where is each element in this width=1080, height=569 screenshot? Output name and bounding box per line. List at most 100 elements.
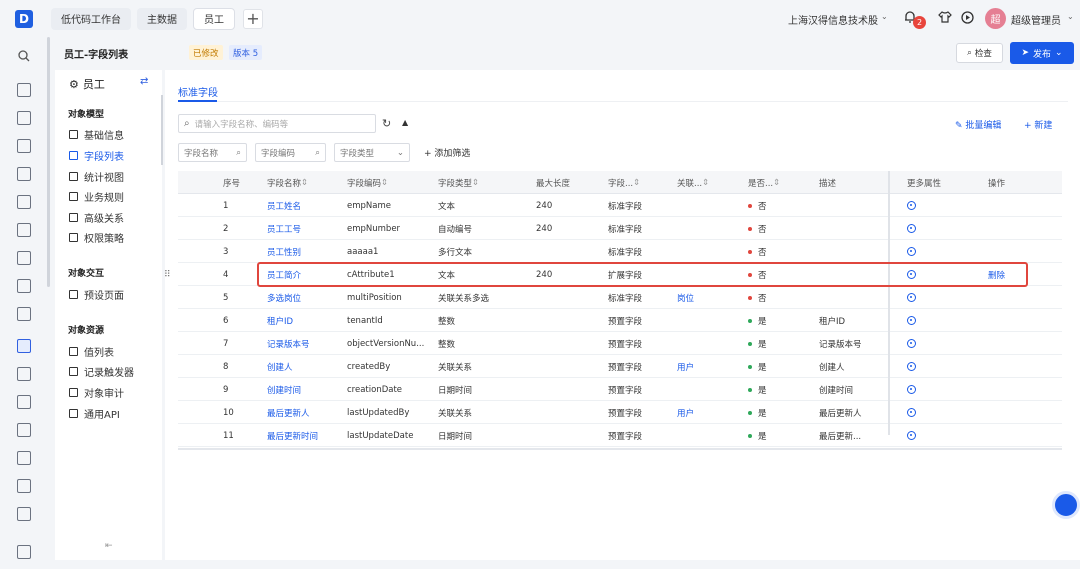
cell-name[interactable]: 员工姓名 bbox=[267, 194, 347, 217]
cell-name[interactable]: 租户ID bbox=[267, 309, 347, 332]
cell-op[interactable] bbox=[988, 401, 1028, 424]
table-row[interactable]: 7 记录版本号 objectVersionNu... 整数 预置字段 是 记录版本号 bbox=[178, 332, 1062, 355]
avatar[interactable]: 超 bbox=[985, 8, 1006, 29]
rail-app-icon[interactable] bbox=[17, 139, 31, 153]
column-header-relation[interactable]: 关联... ⇕ bbox=[677, 171, 752, 194]
cell-more[interactable] bbox=[907, 401, 947, 424]
play-icon[interactable] bbox=[961, 11, 974, 24]
nav-item-stat-view[interactable]: 统计视图 bbox=[69, 167, 162, 185]
table-row[interactable]: 1 员工姓名 empName 文本 240 标准字段 否 bbox=[178, 194, 1062, 217]
cell-rel[interactable] bbox=[677, 309, 732, 332]
cell-text[interactable]: 用户 bbox=[677, 407, 694, 419]
filter-field-name[interactable]: 字段名称 ⌕ bbox=[178, 143, 247, 162]
search-input[interactable]: ⌕ 请输入字段名称、编码等 bbox=[178, 114, 376, 133]
collapse-icon[interactable]: ⇤ bbox=[105, 541, 113, 551]
cell-more[interactable] bbox=[907, 332, 947, 355]
cell-rel[interactable] bbox=[677, 332, 732, 355]
cell-text[interactable]: 员工性别 bbox=[267, 246, 301, 258]
cell-text[interactable]: 最后更新时间 bbox=[267, 430, 318, 442]
table-row[interactable]: 11 最后更新时间 lastUpdateDate 日期时间 预置字段 是 最后更新... bbox=[178, 424, 1062, 447]
cell-rel[interactable] bbox=[677, 378, 732, 401]
rail-app-icon[interactable] bbox=[17, 223, 31, 237]
app-logo[interactable]: D bbox=[15, 9, 33, 28]
cell-more[interactable] bbox=[907, 355, 947, 378]
version-badge[interactable]: 版本 5 bbox=[229, 45, 263, 60]
cell-more[interactable] bbox=[907, 378, 947, 401]
cell-op[interactable] bbox=[988, 355, 1028, 378]
shirt-icon[interactable] bbox=[938, 10, 952, 24]
rail-app-icon[interactable] bbox=[17, 507, 31, 521]
cell-text[interactable]: 用户 bbox=[677, 361, 694, 373]
rail-app-icon[interactable] bbox=[17, 195, 31, 209]
cell-more[interactable] bbox=[907, 240, 947, 263]
cell-text[interactable]: 员工姓名 bbox=[267, 200, 301, 212]
cell-rel[interactable]: 用户 bbox=[677, 355, 732, 378]
cell-op[interactable] bbox=[988, 286, 1028, 309]
rail-app-icon[interactable] bbox=[17, 279, 31, 293]
chevron-down-icon[interactable]: ⌄ bbox=[1067, 12, 1074, 21]
new-button[interactable]: + 新建 bbox=[1024, 118, 1052, 131]
column-header-field-category[interactable]: 字段... ⇕ bbox=[608, 171, 683, 194]
rail-app-icon[interactable] bbox=[17, 111, 31, 125]
tab-standard-fields[interactable]: 标准字段 bbox=[178, 84, 218, 99]
refresh-icon[interactable]: ↻ bbox=[382, 117, 391, 130]
hierarchy-icon[interactable] bbox=[17, 367, 31, 381]
rail-app-icon[interactable] bbox=[17, 307, 31, 321]
settings-gear-icon[interactable] bbox=[907, 362, 916, 371]
cell-rel[interactable] bbox=[677, 424, 732, 447]
nav-item-advanced-relations[interactable]: 高级关系 bbox=[69, 208, 162, 226]
column-header-is-flag[interactable]: 是否... ⇕ bbox=[748, 171, 828, 194]
settings-gear-icon[interactable] bbox=[907, 385, 916, 394]
cell-more[interactable] bbox=[907, 309, 947, 332]
user-menu[interactable]: 超级管理员 bbox=[1011, 12, 1061, 27]
batch-edit-button[interactable]: ✎ 批量编辑 bbox=[955, 118, 1001, 131]
table-row[interactable]: 8 创建人 createdBy 关联关系 预置字段 用户 是 创建人 bbox=[178, 355, 1062, 378]
nav-item-permission[interactable]: 权限策略 bbox=[69, 228, 162, 246]
cell-op[interactable] bbox=[988, 332, 1028, 355]
settings-gear-icon[interactable] bbox=[907, 408, 916, 417]
settings-gear-icon[interactable] bbox=[907, 201, 916, 210]
cell-name[interactable]: 员工工号 bbox=[267, 217, 347, 240]
table-row[interactable]: 9 创建时间 creationDate 日期时间 预置字段 是 创建时间 bbox=[178, 378, 1062, 401]
publish-button[interactable]: ➤ 发布 ⌄ bbox=[1010, 42, 1074, 64]
settings-gear-icon[interactable] bbox=[907, 224, 916, 233]
company-switcher[interactable]: 上海汉得信息技术股 bbox=[788, 12, 878, 27]
rail-scrollbar[interactable] bbox=[47, 37, 50, 287]
rail-app-icon[interactable] bbox=[17, 251, 31, 265]
cell-rel[interactable] bbox=[677, 240, 732, 263]
sort-icon[interactable]: ⇕ bbox=[472, 178, 479, 188]
cell-op[interactable] bbox=[988, 240, 1028, 263]
filter-field-code[interactable]: 字段编码 ⌕ bbox=[255, 143, 326, 162]
cell-name[interactable]: 创建时间 bbox=[267, 378, 347, 401]
cell-text[interactable]: 创建人 bbox=[267, 361, 293, 373]
cell-rel[interactable]: 岗位 bbox=[677, 286, 732, 309]
table-row[interactable]: 2 员工工号 empNumber 自动编号 240 标准字段 否 bbox=[178, 217, 1062, 240]
sort-icon[interactable]: ⇕ bbox=[773, 178, 780, 188]
cell-text[interactable]: 租户ID bbox=[267, 315, 293, 327]
cell-op[interactable] bbox=[988, 217, 1028, 240]
cell-rel[interactable] bbox=[677, 217, 732, 240]
cell-name[interactable]: 最后更新人 bbox=[267, 401, 347, 424]
cell-more[interactable] bbox=[907, 194, 947, 217]
cell-text[interactable]: 记录版本号 bbox=[267, 338, 310, 350]
table-row[interactable]: 5 多选岗位 multiPosition 关联关系多选 标准字段 岗位 否 bbox=[178, 286, 1062, 309]
sort-icon[interactable]: ⇕ bbox=[633, 178, 640, 188]
settings-gear-icon[interactable] bbox=[907, 247, 916, 256]
table-row[interactable]: 6 租户ID tenantId 整数 预置字段 是 租户ID bbox=[178, 309, 1062, 332]
filter-field-type[interactable]: 字段类型 ⌄ bbox=[334, 143, 410, 162]
settings-gear-icon[interactable] bbox=[907, 339, 916, 348]
rail-app-icon[interactable] bbox=[17, 167, 31, 181]
cell-text[interactable]: 最后更新人 bbox=[267, 407, 310, 419]
cell-more[interactable] bbox=[907, 217, 947, 240]
rail-app-icon-active[interactable] bbox=[17, 339, 31, 353]
rail-app-icon[interactable] bbox=[17, 423, 31, 437]
cell-name[interactable]: 多选岗位 bbox=[267, 286, 347, 309]
cell-rel[interactable] bbox=[677, 194, 732, 217]
caret-up-icon[interactable]: ▲ bbox=[402, 118, 408, 127]
cell-op[interactable] bbox=[988, 194, 1028, 217]
tab-lowcode-workbench[interactable]: 低代码工作台 bbox=[51, 7, 131, 30]
drag-handle-icon[interactable]: ⠿ bbox=[164, 270, 171, 280]
cell-text[interactable]: 创建时间 bbox=[267, 384, 301, 396]
rail-app-icon[interactable] bbox=[17, 451, 31, 465]
nav-item-api[interactable]: 通用API bbox=[69, 404, 162, 422]
